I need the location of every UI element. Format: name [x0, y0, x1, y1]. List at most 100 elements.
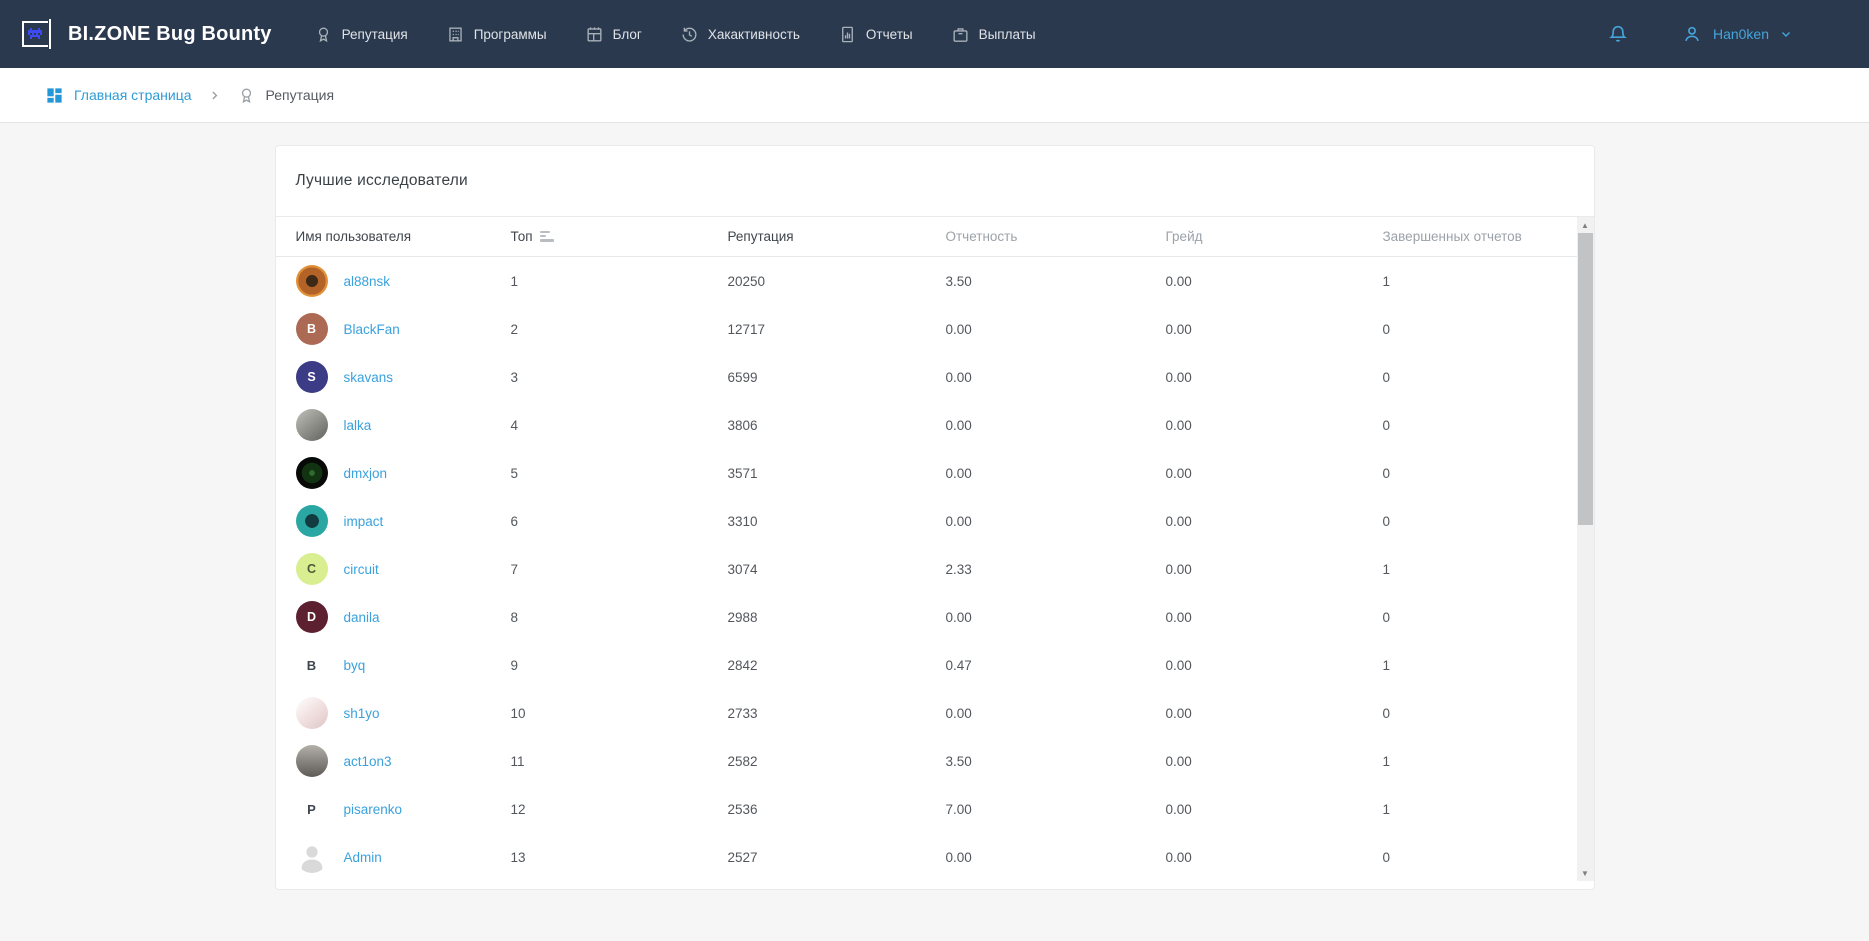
- breadcrumb: Главная страница Репутация: [0, 68, 1869, 123]
- brand-logo[interactable]: BI.ZONE Bug Bounty: [22, 19, 272, 49]
- user-cell: impact: [296, 505, 511, 537]
- account-menu[interactable]: Han0ken: [1681, 23, 1793, 45]
- nav-item-reputation[interactable]: Репутация: [314, 25, 408, 44]
- reputation-value: 2536: [728, 802, 946, 817]
- column-header-top[interactable]: Топ: [511, 229, 728, 244]
- chevron-down-icon: [1779, 27, 1793, 41]
- username-link[interactable]: Admin: [344, 850, 382, 865]
- reporting-value: 0.00: [946, 322, 1166, 337]
- user-cell: P pisarenko: [296, 793, 511, 825]
- table-row: sh1yo 10 2733 0.00 0.00 0: [276, 689, 1594, 737]
- user-cell: lalka: [296, 409, 511, 441]
- avatar: D: [296, 601, 328, 633]
- username-link[interactable]: pisarenko: [344, 802, 403, 817]
- rank-value: 9: [511, 658, 728, 673]
- nav-item-reports[interactable]: Отчеты: [838, 25, 913, 44]
- bizone-logo-icon: [22, 19, 56, 49]
- username-link[interactable]: sh1yo: [344, 706, 380, 721]
- username-link[interactable]: impact: [344, 514, 384, 529]
- avatar-letter: B: [307, 659, 316, 672]
- user-cell: B byq: [296, 649, 511, 681]
- user-cell: act1on3: [296, 745, 511, 777]
- user-cell: C circuit: [296, 553, 511, 585]
- username-link[interactable]: skavans: [344, 370, 394, 385]
- completed-reports-value: 0: [1383, 466, 1570, 481]
- completed-reports-value: 0: [1383, 706, 1570, 721]
- username-link[interactable]: dmxjon: [344, 466, 388, 481]
- briefcase-icon: [951, 25, 970, 44]
- nav-item-programs[interactable]: Программы: [446, 25, 547, 44]
- username-link[interactable]: circuit: [344, 562, 379, 577]
- user-cell: B BlackFan: [296, 313, 511, 345]
- avatar: P: [296, 793, 328, 825]
- user-cell: sh1yo: [296, 697, 511, 729]
- column-header-completed-reports[interactable]: Завершенных отчетов: [1383, 229, 1570, 244]
- table-row: B byq 9 2842 0.47 0.00 1: [276, 641, 1594, 689]
- completed-reports-value: 0: [1383, 850, 1570, 865]
- reporting-value: 0.00: [946, 706, 1166, 721]
- grade-value: 0.00: [1166, 802, 1383, 817]
- reporting-value: 2.33: [946, 562, 1166, 577]
- dashboard-icon: [45, 86, 64, 105]
- table-header-row: Имя пользователя Топ Репутация Отчетност…: [276, 217, 1594, 257]
- grade-value: 0.00: [1166, 658, 1383, 673]
- avatar: [296, 409, 328, 441]
- username-link[interactable]: al88nsk: [344, 274, 391, 289]
- person-placeholder-icon: [296, 841, 328, 873]
- completed-reports-value: 0: [1383, 610, 1570, 625]
- user-cell: S skavans: [296, 361, 511, 393]
- top-navbar: BI.ZONE Bug Bounty Репутация Программы Б…: [0, 0, 1869, 68]
- sort-descending-icon[interactable]: [540, 231, 554, 242]
- grade-value: 0.00: [1166, 418, 1383, 433]
- table-row: al88nsk 1 20250 3.50 0.00 1: [276, 257, 1594, 305]
- table-body: al88nsk 1 20250 3.50 0.00 1 B BlackFan 2…: [276, 257, 1594, 881]
- scrollbar-thumb[interactable]: [1578, 233, 1593, 525]
- column-header-grade[interactable]: Грейд: [1166, 229, 1383, 244]
- reputation-value: 3806: [728, 418, 946, 433]
- nav-item-blog[interactable]: Блог: [585, 25, 642, 44]
- grade-value: 0.00: [1166, 850, 1383, 865]
- reporting-value: 0.00: [946, 514, 1166, 529]
- main-menu: Репутация Программы Блог Хакактивность: [314, 25, 1036, 44]
- completed-reports-value: 0: [1383, 322, 1570, 337]
- scrollbar-down-arrow[interactable]: ▼: [1577, 865, 1594, 881]
- building-icon: [446, 25, 465, 44]
- column-header-username[interactable]: Имя пользователя: [296, 229, 511, 244]
- chevron-right-icon: [208, 89, 221, 102]
- rank-value: 11: [511, 754, 728, 769]
- nav-item-hackactivity[interactable]: Хакактивность: [680, 25, 800, 44]
- rank-value: 10: [511, 706, 728, 721]
- table-row: D danila 8 2988 0.00 0.00 0: [276, 593, 1594, 641]
- username-link[interactable]: lalka: [344, 418, 372, 433]
- breadcrumb-current: Репутация: [237, 86, 335, 105]
- notifications-button[interactable]: [1607, 23, 1629, 45]
- rank-value: 12: [511, 802, 728, 817]
- avatar-letter: B: [307, 323, 316, 336]
- report-icon: [838, 25, 857, 44]
- scrollbar-up-arrow[interactable]: ▲: [1577, 217, 1594, 233]
- bell-icon: [1607, 23, 1629, 45]
- avatar: [296, 265, 328, 297]
- username-link[interactable]: byq: [344, 658, 366, 673]
- grade-value: 0.00: [1166, 706, 1383, 721]
- username-link[interactable]: danila: [344, 610, 380, 625]
- column-header-reporting[interactable]: Отчетность: [946, 229, 1166, 244]
- nav-item-payouts[interactable]: Выплаты: [951, 25, 1036, 44]
- user-icon: [1681, 23, 1703, 45]
- reporting-value: 7.00: [946, 802, 1166, 817]
- username-link[interactable]: BlackFan: [344, 322, 400, 337]
- completed-reports-value: 1: [1383, 658, 1570, 673]
- grade-value: 0.00: [1166, 562, 1383, 577]
- rank-value: 2: [511, 322, 728, 337]
- column-header-reputation[interactable]: Репутация: [728, 229, 946, 244]
- username-link[interactable]: act1on3: [344, 754, 392, 769]
- card-header: Лучшие исследователи: [276, 146, 1594, 217]
- breadcrumb-home-link[interactable]: Главная страница: [45, 86, 192, 105]
- reputation-value: 3310: [728, 514, 946, 529]
- reporting-value: 0.00: [946, 418, 1166, 433]
- grade-value: 0.00: [1166, 754, 1383, 769]
- table-row: Admin 13 2527 0.00 0.00 0: [276, 833, 1594, 881]
- reporting-value: 0.00: [946, 610, 1166, 625]
- avatar: [296, 841, 328, 873]
- table-scrollbar[interactable]: ▲ ▼: [1577, 217, 1594, 881]
